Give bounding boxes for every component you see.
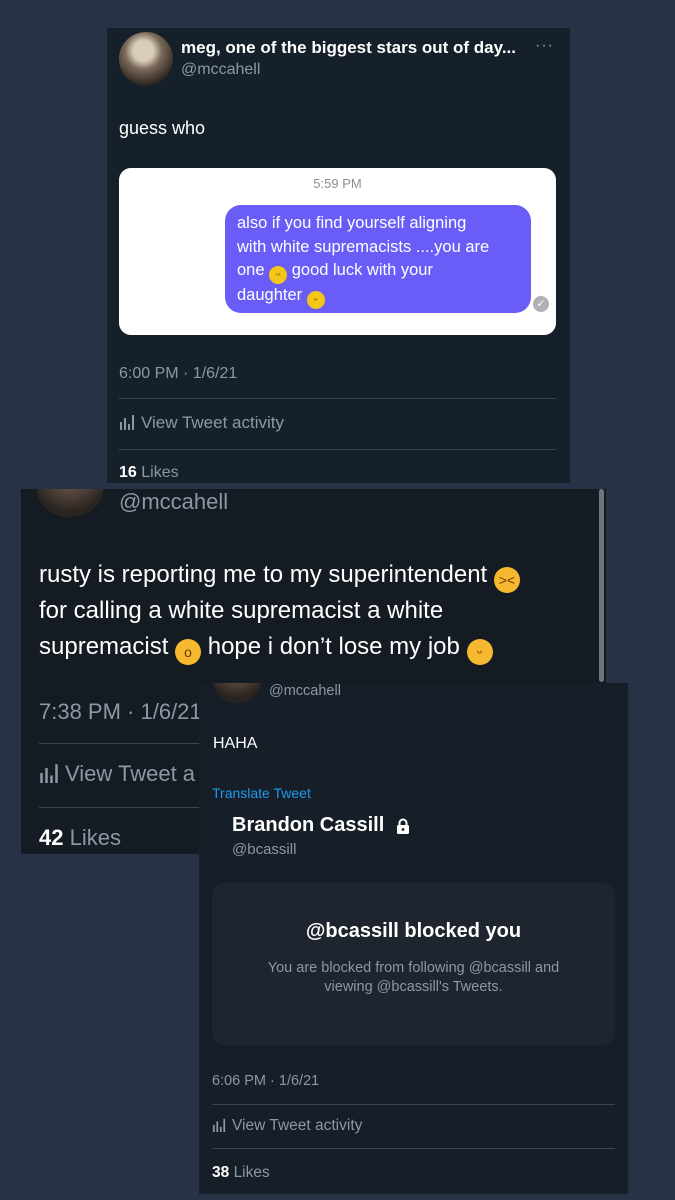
message-bubble: also if you find yourself aligning with …	[225, 205, 531, 313]
tweet-text-part: rusty is reporting me to my superintende…	[39, 561, 488, 588]
likes-number: 42	[39, 825, 64, 850]
frowning-face-icon: o	[175, 639, 202, 665]
likes-count[interactable]: 16 Likes	[119, 464, 179, 482]
divider	[212, 1148, 615, 1149]
likes-label: Likes	[233, 1164, 270, 1181]
likes-count[interactable]: 38 Likes	[212, 1164, 270, 1182]
tweet-card-1: meg, one of the biggest stars out of day…	[107, 28, 570, 483]
more-icon[interactable]: ···	[535, 37, 554, 55]
bar-chart-icon	[120, 415, 134, 430]
avatar[interactable]	[119, 32, 173, 86]
divider	[119, 398, 556, 399]
bar-chart-icon	[212, 1118, 226, 1132]
smile-emoji-icon: ᵕ	[306, 291, 325, 309]
quoted-user-handle[interactable]: @bcassill	[232, 841, 296, 858]
tweet-timestamp[interactable]: 6:06 PM · 1/6/21	[212, 1073, 319, 1089]
likes-label: Likes	[141, 464, 179, 481]
blocked-title: @bcassill blocked you	[305, 920, 522, 942]
tweet-timestamp[interactable]: 6:00 PM · 1/6/21	[119, 365, 237, 383]
bubble-text: good luck with your	[291, 261, 433, 279]
quoted-name-text: Brandon Cassill	[232, 814, 385, 836]
user-handle[interactable]: @mccahell	[119, 489, 228, 515]
tweet-timestamp[interactable]: 7:38 PM · 1/6/21	[39, 699, 202, 725]
likes-label: Likes	[69, 825, 121, 850]
activity-label: View Tweet a	[65, 761, 196, 786]
likes-count[interactable]: 42 Likes	[39, 825, 121, 851]
check-icon: ✓	[533, 296, 549, 312]
likes-number: 16	[119, 464, 137, 481]
view-activity-link[interactable]: View Tweet a	[39, 761, 195, 787]
divider	[212, 1104, 615, 1105]
divider	[119, 449, 556, 450]
activity-label: View Tweet activity	[141, 413, 284, 432]
tweet-text-part: supremacist	[39, 633, 169, 660]
tweet-text: rusty is reporting me to my superintende…	[39, 557, 599, 665]
persevering-face-icon: ><	[493, 567, 520, 593]
message-time: 5:59 PM	[313, 176, 362, 191]
scrollbar[interactable]	[599, 489, 604, 682]
bubble-line: with white supremacists ....you are	[237, 237, 490, 256]
tweet-text-part: hope i don’t lose my job	[207, 633, 460, 660]
likes-number: 38	[212, 1164, 230, 1181]
translate-tweet-link[interactable]: Translate Tweet	[212, 785, 311, 801]
attached-screenshot[interactable]: 5:59 PM also if you find yourself aligni…	[119, 168, 556, 335]
view-activity-link[interactable]: View Tweet activity	[212, 1117, 362, 1135]
bubble-line: daughter ᵕ	[237, 284, 519, 309]
quoted-user-name[interactable]: Brandon Cassill	[232, 814, 411, 837]
tweet-text: HAHA	[213, 735, 258, 752]
bubble-line: also if you find yourself aligning	[237, 214, 467, 232]
tweet-line: for calling a white supremacist a white	[39, 597, 444, 624]
smile-emoji-icon: ᵕ	[269, 266, 288, 284]
bubble-line: one ᵕ good luck with your	[237, 259, 519, 284]
display-name[interactable]: meg, one of the biggest stars out of day…	[181, 38, 516, 58]
view-activity-link[interactable]: View Tweet activity	[119, 413, 284, 433]
blocked-notice: @bcassill blocked you You are blocked fr…	[212, 883, 615, 1045]
lock-icon	[396, 818, 409, 834]
bubble-text: one	[237, 261, 265, 279]
user-handle[interactable]: @mccahell	[181, 61, 260, 79]
bar-chart-icon	[40, 764, 58, 783]
blocked-description: You are blocked from following @bcassill…	[267, 960, 560, 995]
bubble-text: daughter	[237, 286, 303, 304]
hand-over-mouth-icon: ᵕ	[466, 639, 493, 665]
user-handle[interactable]: @mccahell	[269, 683, 341, 699]
activity-label: View Tweet activity	[232, 1117, 363, 1134]
tweet-text: guess who	[119, 118, 206, 138]
tweet-card-3: @mccahell HAHA Translate Tweet Brandon C…	[199, 683, 628, 1194]
avatar[interactable]	[213, 683, 261, 703]
avatar[interactable]	[37, 489, 103, 517]
tweet-line: supremacist o hope i don’t lose my job ᵕ	[39, 629, 599, 665]
tweet-line: rusty is reporting me to my superintende…	[39, 557, 599, 593]
